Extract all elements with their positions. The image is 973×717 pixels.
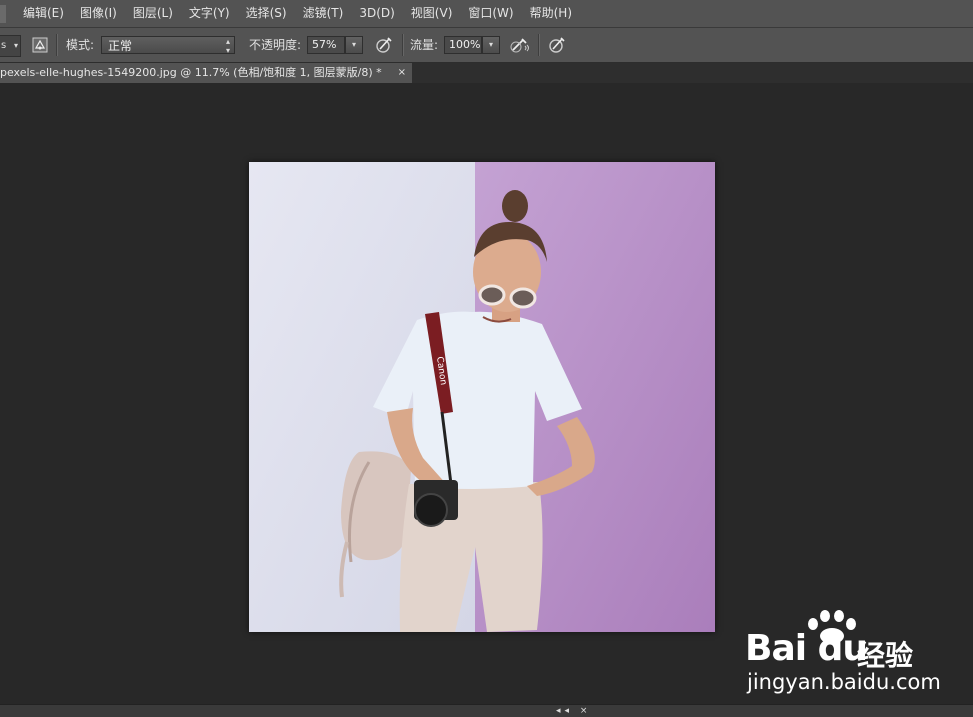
menu-layer[interactable]: 图层(L) xyxy=(125,0,181,27)
menu-select[interactable]: 选择(S) xyxy=(238,0,295,27)
chevron-down-icon: ▾ xyxy=(13,41,18,50)
menu-type[interactable]: 文字(Y) xyxy=(181,0,238,27)
tablet-size-pressure-button[interactable] xyxy=(546,34,568,56)
menu-bar: 编辑(E) 图像(I) 图层(L) 文字(Y) 选择(S) 滤镜(T) 3D(D… xyxy=(0,0,973,28)
document-tab-title: pexels-elle-hughes-1549200.jpg @ 11.7% (… xyxy=(0,66,382,79)
panel-collapse-controls[interactable]: ◂◂ × xyxy=(556,705,591,717)
menu-window[interactable]: 窗口(W) xyxy=(460,0,521,27)
options-bar: s ▾ 模式: 正常 ▴ ▾ 不透明度: 57% ▾ 流量: 100% ▾ xyxy=(0,28,973,63)
pen-pressure-size-icon xyxy=(549,37,565,53)
airbrush-icon xyxy=(510,38,529,53)
opacity-input[interactable]: 57% xyxy=(307,36,345,54)
bottom-panel-bar: ◂◂ × xyxy=(0,704,973,717)
watermark-cn-text: 经验 xyxy=(857,639,914,672)
tablet-opacity-pressure-button[interactable] xyxy=(373,34,395,56)
brush-panel-toggle[interactable] xyxy=(29,34,51,56)
menu-view[interactable]: 视图(V) xyxy=(403,0,461,27)
flow-input[interactable]: 100% xyxy=(444,36,482,54)
menu-filter[interactable]: 滤镜(T) xyxy=(295,0,352,27)
airbrush-button[interactable] xyxy=(509,34,531,56)
separator xyxy=(538,34,539,56)
menu-edit[interactable]: 编辑(E) xyxy=(15,0,72,27)
menu-3d[interactable]: 3D(D) xyxy=(351,0,402,27)
blend-mode-select[interactable]: 正常 ▴ ▾ xyxy=(101,36,235,55)
document-tab-strip: pexels-elle-hughes-1549200.jpg @ 11.7% (… xyxy=(0,63,973,83)
app-menu-stub[interactable] xyxy=(0,4,6,23)
close-icon[interactable]: × xyxy=(398,63,406,83)
menu-image[interactable]: 图像(I) xyxy=(72,0,125,27)
brush-preset-label: s xyxy=(1,40,7,51)
opacity-label: 不透明度: xyxy=(249,38,302,52)
updown-arrows-icon: ▴ ▾ xyxy=(225,37,230,55)
photo-image: Canon xyxy=(249,162,715,632)
brush-panel-icon xyxy=(32,37,48,53)
pen-pressure-icon xyxy=(376,37,392,53)
mode-label: 模式: xyxy=(66,38,95,52)
flow-dropdown-button[interactable]: ▾ xyxy=(482,36,500,54)
document-tab[interactable]: pexels-elle-hughes-1549200.jpg @ 11.7% (… xyxy=(0,63,412,83)
brush-preset-picker[interactable]: s ▾ xyxy=(0,35,21,57)
document-canvas[interactable]: Canon xyxy=(249,162,715,632)
watermark-logo-text: Bai du xyxy=(745,628,868,669)
separator xyxy=(56,34,57,56)
opacity-dropdown-button[interactable]: ▾ xyxy=(345,36,363,54)
blend-mode-value: 正常 xyxy=(108,39,133,53)
watermark-url: jingyan.baidu.com xyxy=(747,670,941,694)
flow-label: 流量: xyxy=(410,38,439,52)
menu-help[interactable]: 帮助(H) xyxy=(522,0,580,27)
baidu-jingyan-watermark: Bai du 经验 jingyan.baidu.com xyxy=(745,608,965,700)
separator xyxy=(402,34,403,56)
